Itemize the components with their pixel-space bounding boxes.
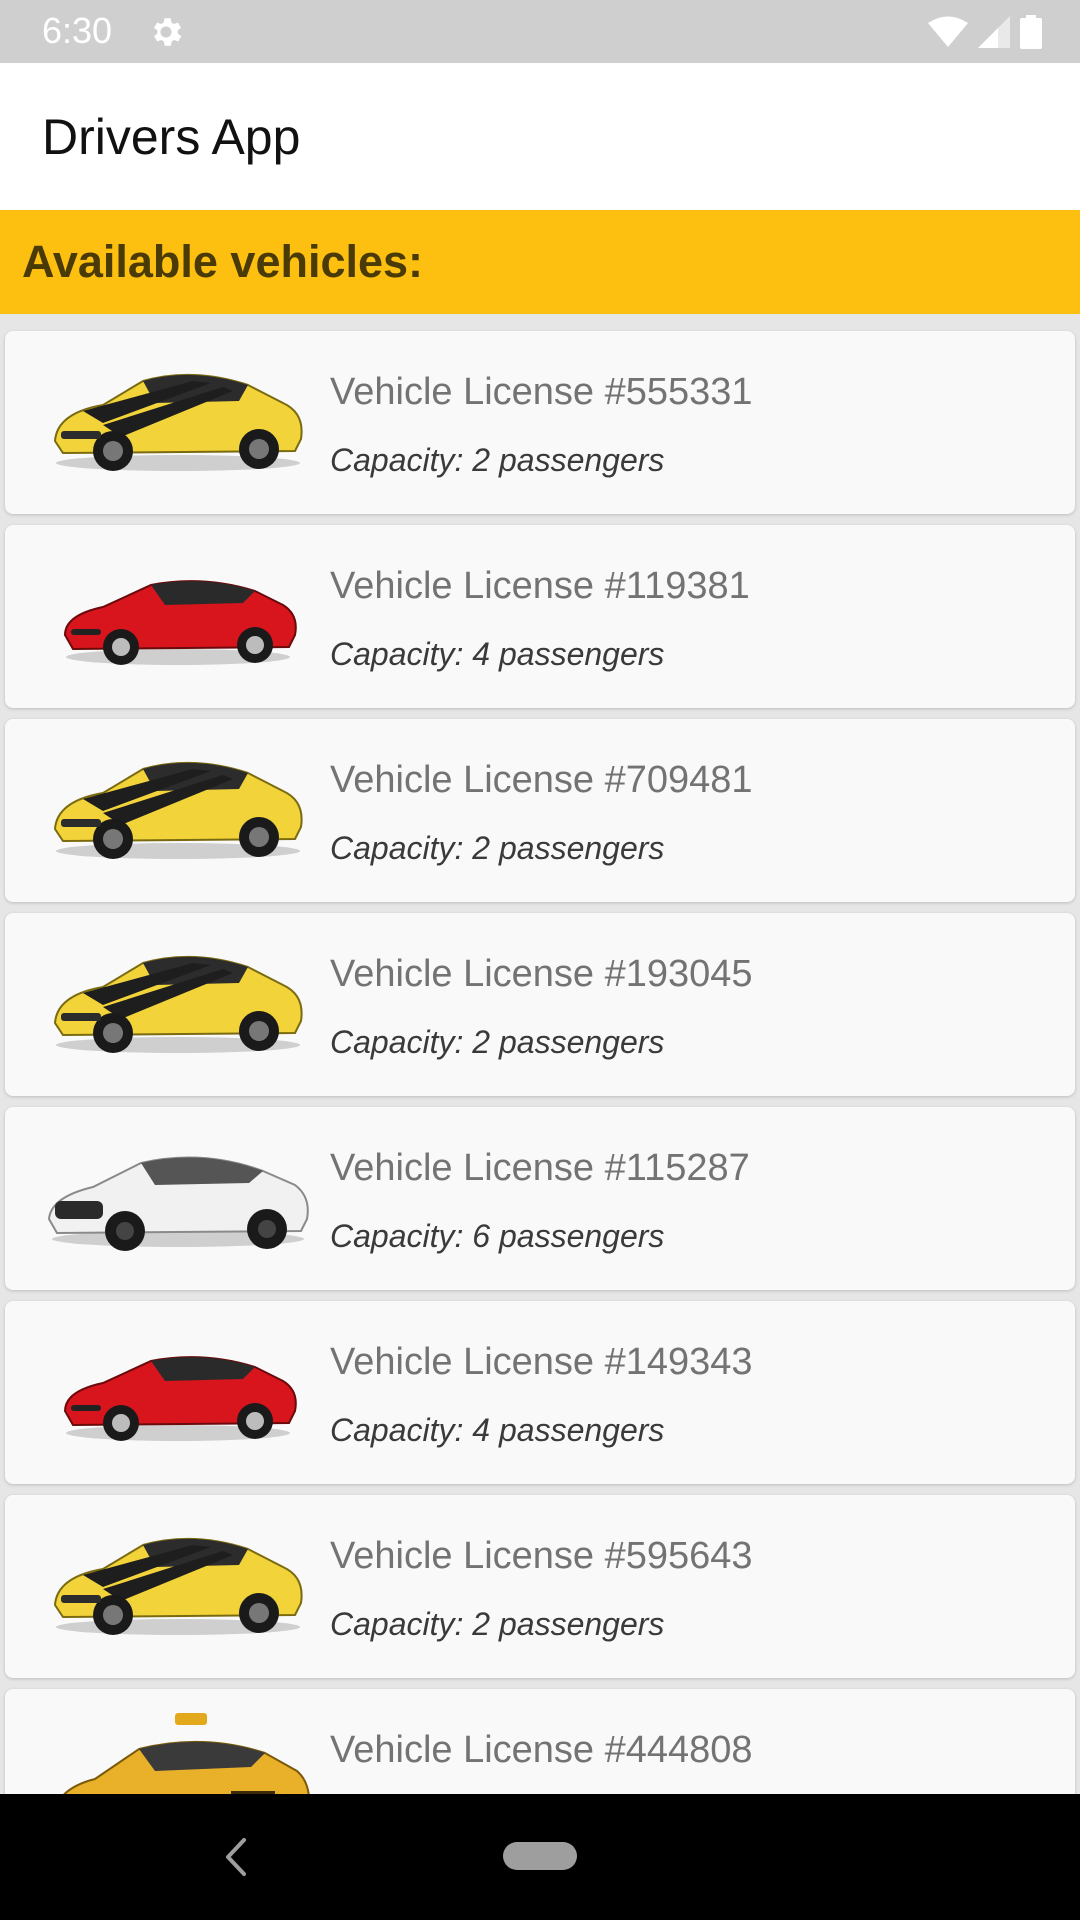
status-time: 6:30 — [42, 10, 113, 51]
vehicle-card[interactable]: Vehicle License #193045 Capacity: 2 pass… — [5, 913, 1075, 1096]
status-icons — [928, 12, 1042, 52]
yellow-sports-car-image — [53, 955, 303, 1053]
vehicle-capacity: Capacity: 2 passengers — [330, 1024, 665, 1060]
vehicle-card[interactable]: Vehicle License #595643 Capacity: 2 pass… — [5, 1495, 1075, 1678]
app-bar: Drivers App — [0, 63, 1080, 210]
vehicle-license: Vehicle License #193045 — [330, 953, 753, 995]
home-pill-icon[interactable] — [503, 1842, 577, 1870]
vehicle-license: Vehicle License #444808 — [330, 1729, 753, 1771]
vehicle-card[interactable]: Vehicle License #709481 Capacity: 2 pass… — [5, 719, 1075, 902]
vehicle-list[interactable]: Vehicle License #555331 Capacity: 2 pass… — [0, 314, 1080, 1794]
wifi-icon — [928, 16, 968, 47]
back-icon[interactable] — [218, 1834, 254, 1880]
settings-gear-icon — [153, 18, 182, 46]
status-bar: 6:30 — [0, 0, 1080, 63]
vehicle-capacity: Capacity: 2 passengers — [330, 830, 665, 866]
vehicle-card[interactable]: Vehicle License #149343 Capacity: 4 pass… — [5, 1301, 1075, 1484]
vehicle-license: Vehicle License #119381 — [330, 565, 750, 607]
section-header: Available vehicles: — [0, 210, 1080, 314]
section-title: Available vehicles: — [22, 236, 424, 287]
vehicle-capacity: Capacity: 4 passengers — [330, 636, 665, 672]
vehicle-license: Vehicle License #595643 — [330, 1535, 753, 1577]
vehicle-capacity: Capacity: 6 passengers — [330, 1218, 665, 1254]
vehicle-license: Vehicle License #555331 — [330, 371, 753, 413]
vehicle-license: Vehicle License #709481 — [330, 759, 753, 801]
app-title: Drivers App — [42, 109, 301, 165]
battery-icon — [1020, 15, 1042, 49]
yellow-taxi-image — [63, 1713, 310, 1794]
vehicle-license: Vehicle License #149343 — [330, 1341, 753, 1383]
yellow-sports-car-image — [53, 1537, 303, 1635]
vehicle-card[interactable]: Vehicle License #119381 Capacity: 4 pass… — [5, 525, 1075, 708]
vehicle-capacity: Capacity: 2 passengers — [330, 1606, 665, 1642]
yellow-sports-car-image — [53, 761, 303, 859]
vehicle-capacity: Capacity: 4 passengers — [330, 1412, 665, 1448]
red-sports-car-image — [63, 1356, 297, 1441]
vehicle-capacity: Capacity: 2 passengers — [330, 442, 665, 478]
vehicle-card[interactable]: Vehicle License #555331 Capacity: 2 pass… — [5, 331, 1075, 514]
vehicle-card[interactable]: Vehicle License #444808 — [5, 1689, 1075, 1794]
cell-signal-icon — [978, 16, 1010, 48]
white-coupe-image — [47, 1156, 309, 1251]
red-sports-car-image — [63, 580, 297, 665]
vehicle-card[interactable]: Vehicle License #115287 Capacity: 6 pass… — [5, 1107, 1075, 1290]
yellow-sports-car-image — [53, 373, 303, 471]
vehicle-license: Vehicle License #115287 — [330, 1147, 750, 1189]
